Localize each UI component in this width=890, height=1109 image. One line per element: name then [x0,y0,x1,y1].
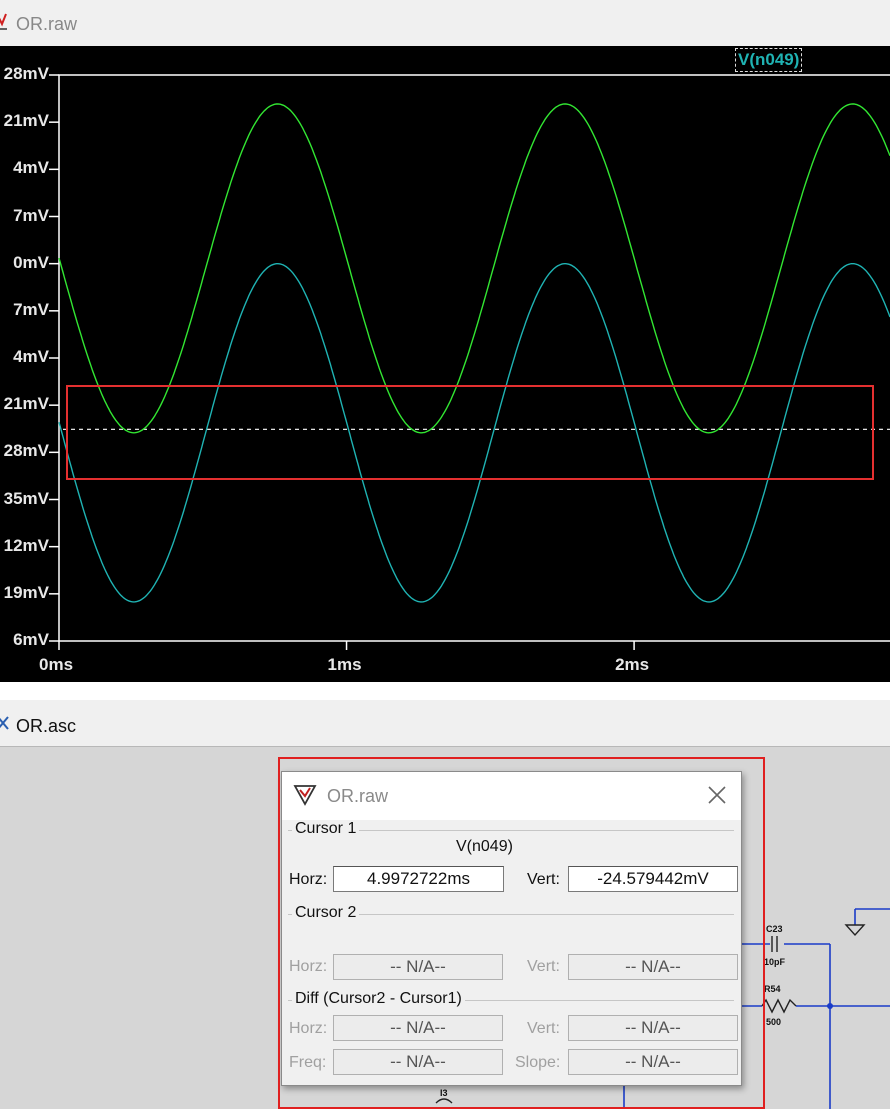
plot-frame [58,74,890,642]
window-divider [0,682,890,700]
y-tick-label: 35mV [3,488,49,508]
waveform-plot[interactable]: 28mV 21mV 4mV 7mV 0mV 7mV 4mV 21mV 28mV 35mV 12mV 1… [0,46,890,682]
component-value-c23: 10pF [764,957,786,967]
y-tick-label: 6mV [13,630,49,649]
y-tick-label: 4mV [13,347,49,366]
waveform-canvas[interactable] [0,46,890,682]
y-tick-label: 0mV [13,252,49,272]
x-tick-label: 0ms [39,655,74,674]
y-tick-label: 12mV [3,535,49,555]
plot-window-titlebar[interactable]: OR.raw [0,0,890,47]
series-line-1 [58,103,890,434]
schematic-window-title: OR.asc [16,716,77,736]
trace-label[interactable]: V(n049) [735,48,803,72]
y-tick-label: 4mV [13,158,49,178]
x-tick-label: 1ms [327,655,362,674]
y-tick-label: 21mV [3,111,49,131]
component-label-r54: R54 [764,984,781,994]
schematic-icon [0,714,10,737]
y-tick-label: 7mV [13,299,49,319]
schematic-window-titlebar[interactable]: OR.asc [0,700,890,747]
x-tick-label: 2ms [615,655,650,674]
y-tick-label: 28mV [3,441,49,461]
plot-window-title: OR.raw [16,14,78,34]
y-tick-label: 28mV [3,64,49,83]
component-value-r54: 500 [766,1017,782,1027]
plot-highlight-box [66,385,874,480]
dialog-highlight-box [278,757,765,1109]
y-tick-label: 19mV [3,582,49,602]
y-tick-label: 7mV [13,205,49,225]
y-tick-label: 21mV [3,394,49,414]
waveform-icon [0,12,8,35]
component-label-c23: C23 [766,924,783,934]
